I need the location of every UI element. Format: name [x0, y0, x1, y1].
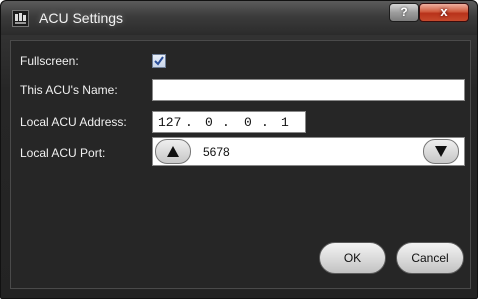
settings-window: ACU Settings ? x Fullscreen: This ACU's …	[0, 0, 478, 299]
ip-octet-1: 127	[158, 115, 182, 130]
acu-port-label: Local ACU Port:	[20, 146, 106, 160]
fullscreen-label: Fullscreen:	[20, 54, 79, 68]
checkmark-icon	[154, 56, 164, 66]
title-bar[interactable]: ACU Settings ? x	[1, 1, 477, 35]
acu-address-label: Local ACU Address:	[20, 115, 127, 129]
ip-dot: .	[222, 115, 230, 130]
acu-app-icon	[12, 10, 29, 27]
window-title: ACU Settings	[39, 10, 124, 26]
port-decrement-button[interactable]	[423, 139, 459, 164]
fullscreen-checkbox[interactable]	[152, 54, 166, 68]
port-increment-button[interactable]	[155, 139, 191, 164]
ip-octet-3: 0	[244, 115, 252, 130]
help-button[interactable]: ?	[389, 3, 419, 22]
ok-button[interactable]: OK	[319, 242, 386, 274]
ip-octet-4: 1	[281, 115, 289, 130]
cancel-button[interactable]: Cancel	[396, 242, 464, 274]
triangle-down-icon	[435, 146, 447, 157]
ip-octet-2: 0	[205, 115, 213, 130]
acu-name-label: This ACU's Name:	[20, 83, 118, 97]
triangle-up-icon	[167, 146, 179, 157]
acu-address-input[interactable]: 127 . 0 . 0 . 1	[152, 111, 306, 133]
acu-port-spinbox: 5678	[152, 137, 465, 166]
ip-dot: .	[185, 115, 193, 130]
close-button[interactable]: x	[419, 3, 469, 22]
ip-dot: .	[261, 115, 269, 130]
acu-name-input[interactable]	[152, 79, 465, 101]
port-value[interactable]: 5678	[203, 145, 230, 159]
